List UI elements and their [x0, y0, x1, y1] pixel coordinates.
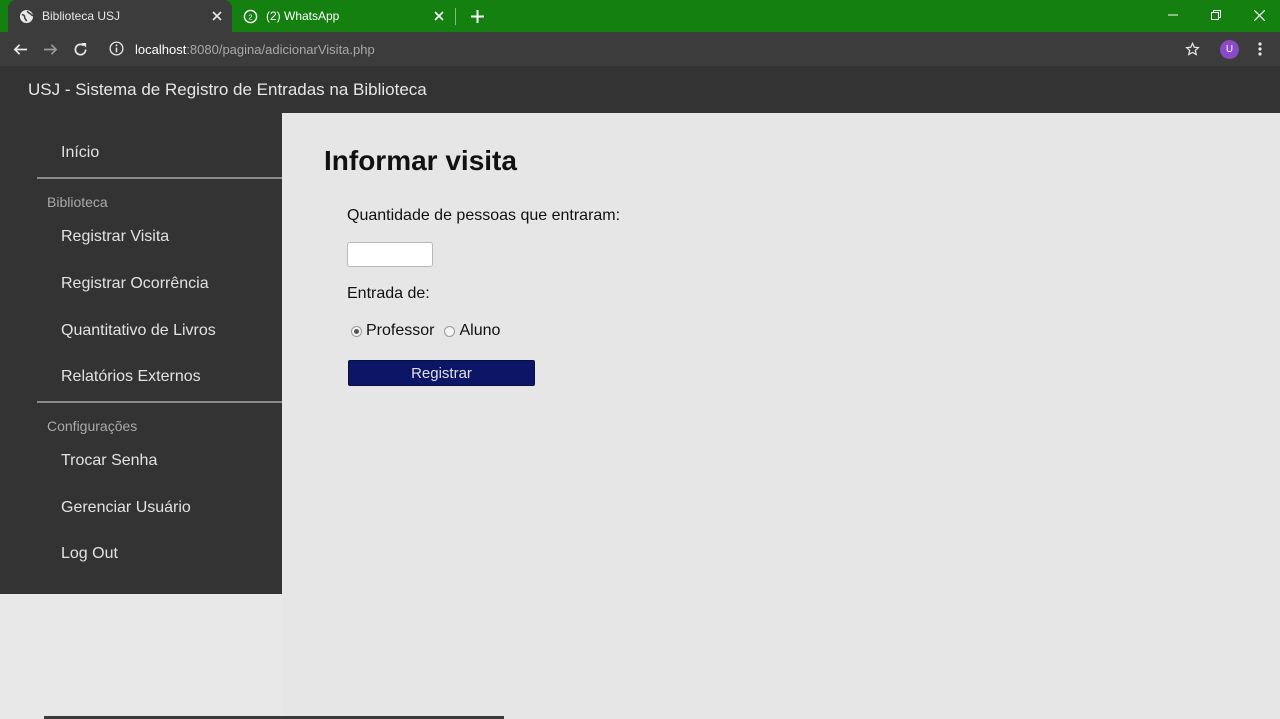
close-window-button[interactable] — [1237, 0, 1280, 30]
whatsapp-icon: 2 — [243, 9, 258, 24]
reload-button[interactable] — [68, 37, 92, 61]
sidebar-section-biblioteca: Biblioteca — [47, 194, 108, 210]
sidebar-item-trocar-senha[interactable]: Trocar Senha — [61, 452, 157, 470]
close-icon — [1253, 9, 1265, 21]
divider — [37, 401, 282, 403]
divider — [37, 177, 282, 179]
close-tab-icon[interactable] — [206, 5, 228, 27]
radio-aluno-label[interactable]: Aluno — [459, 322, 500, 340]
sidebar-item-relatorios-externos[interactable]: Relatórios Externos — [61, 368, 201, 386]
restore-button[interactable] — [1194, 0, 1238, 30]
sidebar-item-registrar-visita[interactable]: Registrar Visita — [61, 228, 169, 246]
close-tab-icon[interactable] — [428, 5, 450, 27]
browser-toolbar: localhost:8080/pagina/adicionarVisita.ph… — [0, 32, 1280, 66]
url-path: :8080/pagina/adicionarVisita.php — [186, 41, 375, 57]
browser-tab-strip: Biblioteca USJ 2 (2) WhatsApp — [0, 0, 1280, 32]
entry-type-radio-group: Professor Aluno — [351, 322, 510, 340]
tab-separator — [455, 8, 456, 25]
star-icon — [1184, 41, 1200, 56]
tab-biblioteca-usj[interactable]: Biblioteca USJ — [8, 0, 232, 32]
address-bar[interactable]: localhost:8080/pagina/adicionarVisita.ph… — [105, 34, 1205, 64]
quantity-label: Quantidade de pessoas que entraram: — [347, 207, 621, 224]
plus-icon — [470, 9, 484, 23]
app-title: USJ - Sistema de Registro de Entradas na… — [28, 80, 427, 99]
kebab-menu-icon — [1258, 42, 1262, 56]
sidebar-item-registrar-ocorrencia[interactable]: Registrar Ocorrência — [61, 275, 209, 293]
profile-avatar[interactable]: U — [1220, 40, 1239, 59]
back-button[interactable] — [8, 37, 32, 61]
browser-menu-button[interactable] — [1248, 37, 1272, 61]
tab-title: Biblioteca USJ — [42, 9, 121, 23]
url-host: localhost — [135, 41, 187, 57]
page-title: Informar visita — [324, 145, 517, 176]
reload-icon — [74, 42, 87, 55]
sidebar-item-inicio[interactable]: Início — [61, 144, 99, 162]
restore-icon — [1211, 10, 1221, 20]
entry-type-label: Entrada de: — [347, 285, 430, 302]
forward-button[interactable] — [38, 37, 62, 61]
info-icon[interactable] — [109, 41, 125, 57]
globe-icon — [19, 9, 34, 24]
radio-professor[interactable] — [351, 325, 362, 337]
tab-title: (2) WhatsApp — [266, 9, 340, 23]
sidebar-item-log-out[interactable]: Log Out — [61, 545, 118, 563]
arrow-left-icon — [13, 43, 27, 55]
minimize-icon — [1168, 14, 1178, 16]
radio-selected-dot — [354, 328, 359, 334]
radio-aluno[interactable] — [444, 325, 456, 337]
main-content: Informar visita Quantidade de pessoas qu… — [282, 113, 1280, 719]
minimize-button[interactable] — [1151, 0, 1195, 30]
svg-text:2: 2 — [248, 12, 252, 21]
sidebar: Início Biblioteca Registrar Visita Regis… — [0, 113, 282, 594]
radio-professor-label[interactable]: Professor — [366, 322, 434, 340]
arrow-right-icon — [43, 43, 57, 55]
sidebar-section-configuracoes: Configurações — [47, 418, 138, 434]
registrar-button[interactable]: Registrar — [348, 360, 535, 386]
sidebar-item-quantitativo-livros[interactable]: Quantitativo de Livros — [61, 322, 216, 340]
app-header: USJ - Sistema de Registro de Entradas na… — [0, 66, 1280, 113]
sidebar-item-gerenciar-usuario[interactable]: Gerenciar Usuário — [61, 499, 191, 517]
new-tab-button[interactable] — [465, 4, 489, 28]
quantity-input[interactable] — [347, 242, 433, 267]
bookmark-button[interactable] — [1180, 37, 1204, 61]
tab-whatsapp[interactable]: 2 (2) WhatsApp — [232, 0, 454, 32]
